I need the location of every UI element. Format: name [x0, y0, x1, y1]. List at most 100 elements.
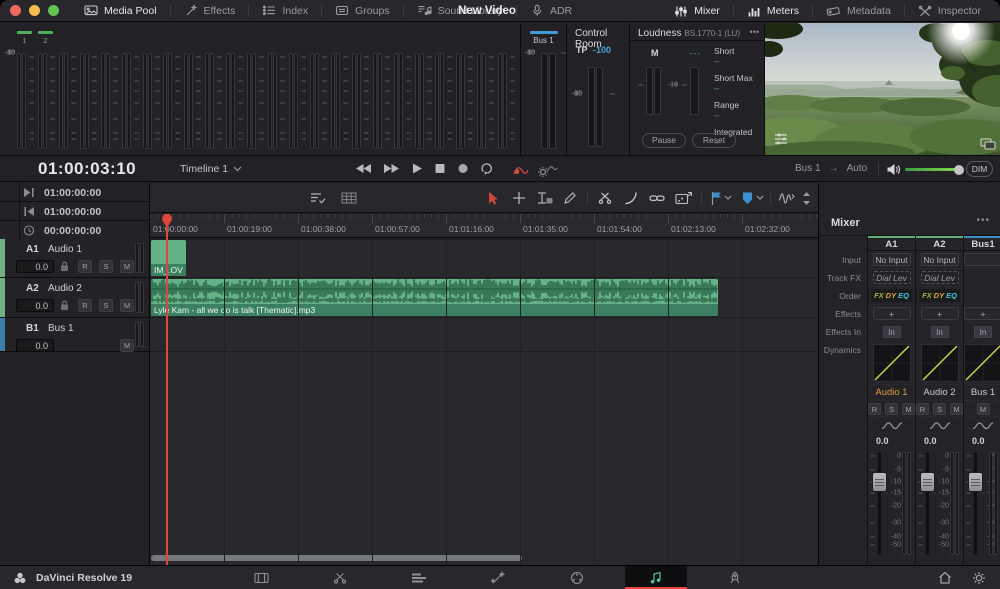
- page-media[interactable]: [230, 566, 292, 589]
- pan-curve-icon[interactable]: [971, 420, 995, 431]
- channel-fader[interactable]: 0-5-10-15-20-30-40-50: [964, 447, 1000, 565]
- loop-button[interactable]: [480, 162, 495, 175]
- loudness-reset-button[interactable]: Reset: [692, 133, 736, 148]
- project-manager-home-button[interactable]: [930, 566, 960, 589]
- track-volume-field[interactable]: 0.0: [16, 299, 54, 312]
- in-timecode[interactable]: 01:00:00:00: [44, 187, 101, 199]
- clip-music[interactable]: Lyle Kam - all we do is talk [Thematic].…: [151, 279, 718, 316]
- processing-order[interactable]: FXDYEQ: [919, 289, 960, 302]
- effects-in-button[interactable]: In: [883, 326, 901, 338]
- track-m-button[interactable]: M: [120, 260, 134, 273]
- automation-settings-icon[interactable]: [538, 163, 558, 177]
- mixer-menu-button[interactable]: •••: [976, 215, 990, 226]
- pan-curve-icon[interactable]: [880, 420, 904, 431]
- zoom-window-button[interactable]: [48, 5, 59, 16]
- mixer-channel-header[interactable]: Bus1: [964, 236, 1000, 251]
- loudness-pause-button[interactable]: Pause: [642, 133, 686, 148]
- track-fx-slot[interactable]: Dial Lev: [921, 271, 959, 284]
- processing-order[interactable]: FXDYEQ: [871, 289, 912, 302]
- track-header-a2[interactable]: A2Audio 20.0RSM: [0, 278, 149, 318]
- fader-knob[interactable]: [968, 472, 983, 492]
- channel-fader[interactable]: 0-5-10-15-20-30-40-50: [868, 447, 915, 565]
- timeline-selector[interactable]: Timeline 1: [180, 163, 242, 175]
- marker-tool-button[interactable]: [741, 191, 754, 205]
- video-viewer[interactable]: [765, 23, 1000, 155]
- effects-in-button[interactable]: In: [974, 326, 992, 338]
- link-clips-button[interactable]: [649, 191, 665, 205]
- selection-tool-button[interactable]: [486, 191, 500, 206]
- timeline-horizontal-scrollbar[interactable]: [151, 555, 522, 561]
- monitor-mode[interactable]: Auto: [847, 163, 868, 174]
- page-deliver[interactable]: [704, 566, 766, 589]
- timeline-tracks[interactable]: IM_.OVLyle Kam - all we do is talk [Them…: [150, 239, 818, 565]
- channel-r-button[interactable]: R: [916, 403, 929, 415]
- pan-curve-icon[interactable]: [928, 420, 952, 431]
- waveform-zoom-presets-button[interactable]: [778, 191, 795, 206]
- track-fx-slot[interactable]: Dial Lev: [873, 271, 911, 284]
- track-header-b1[interactable]: B1Bus 10.0M: [0, 318, 149, 352]
- pencil-tool-button[interactable]: [563, 191, 577, 205]
- panel-toggle-media-pool[interactable]: Media Pool: [71, 0, 170, 22]
- project-settings-gear-button[interactable]: [964, 566, 994, 589]
- add-effect-button[interactable]: +: [964, 307, 1000, 320]
- close-window-button[interactable]: [10, 5, 21, 16]
- marker-dropdown-chevron[interactable]: [756, 195, 764, 201]
- keyframe-editor-button[interactable]: [675, 191, 693, 206]
- channel-m-button[interactable]: M: [950, 403, 963, 415]
- out-timecode[interactable]: 01:00:00:00: [44, 206, 101, 218]
- effects-in-button[interactable]: In: [931, 326, 949, 338]
- add-effect-button[interactable]: +: [921, 307, 959, 320]
- monitor-volume-slider[interactable]: [905, 168, 960, 171]
- panel-toggle-groups[interactable]: Groups: [322, 0, 402, 22]
- volume-slider-knob[interactable]: [954, 165, 964, 175]
- channel-s-button[interactable]: S: [933, 403, 946, 415]
- page-fusion[interactable]: [467, 566, 529, 589]
- input-select[interactable]: No Input: [921, 253, 959, 266]
- track-r-button[interactable]: R: [78, 299, 92, 312]
- input-select[interactable]: No Input: [873, 253, 911, 266]
- track-index-grid-button[interactable]: [341, 191, 357, 205]
- fade-tool-button[interactable]: [624, 191, 638, 205]
- razor-tool-button[interactable]: [598, 191, 612, 205]
- loudness-menu-button[interactable]: •••: [750, 27, 759, 37]
- playhead-pin[interactable]: [159, 214, 175, 228]
- add-effect-button[interactable]: +: [873, 307, 911, 320]
- panel-toggle-meters[interactable]: Meters: [734, 0, 812, 22]
- channel-name[interactable]: Audio 2: [916, 385, 963, 401]
- flag-dropdown-chevron[interactable]: [724, 195, 732, 201]
- channel-s-button[interactable]: S: [885, 403, 898, 415]
- minimize-window-button[interactable]: [29, 5, 40, 16]
- page-cut[interactable]: [309, 566, 371, 589]
- dynamics-graph[interactable]: [873, 344, 911, 382]
- panel-toggle-effects[interactable]: Effects: [171, 0, 249, 22]
- panel-toggle-index[interactable]: Index: [249, 0, 321, 22]
- input-select[interactable]: [964, 253, 1000, 266]
- timeline-ruler[interactable]: 01:00:00:0001:00:19:0001:00:38:0001:00:5…: [150, 214, 818, 238]
- fast-forward-button[interactable]: [383, 162, 400, 175]
- vertical-zoom-icon[interactable]: [801, 191, 812, 206]
- flag-tool-button[interactable]: [710, 191, 722, 206]
- track-m-button[interactable]: M: [120, 339, 134, 352]
- automation-toggle-icon[interactable]: [512, 163, 530, 177]
- dynamics-graph[interactable]: [921, 344, 959, 382]
- track-s-button[interactable]: S: [99, 260, 113, 273]
- record-button[interactable]: [457, 162, 469, 175]
- page-fairlight[interactable]: [625, 566, 687, 589]
- channel-name[interactable]: Audio 1: [868, 385, 915, 401]
- edit-selection-tool-button[interactable]: [536, 191, 554, 205]
- timeline-view-options-button[interactable]: [310, 191, 327, 205]
- monitor-source[interactable]: Bus 1: [795, 163, 821, 174]
- dynamics-graph[interactable]: [964, 344, 1000, 382]
- track-volume-field[interactable]: 0.0: [16, 339, 54, 352]
- channel-m-button[interactable]: M: [977, 403, 990, 415]
- track-r-button[interactable]: R: [78, 260, 92, 273]
- dim-button[interactable]: DIM: [966, 161, 993, 177]
- track-s-button[interactable]: S: [99, 299, 113, 312]
- panel-toggle-metadata[interactable]: Metadata: [813, 0, 904, 22]
- mixer-channel-header[interactable]: A2: [916, 236, 963, 251]
- track-header-a1[interactable]: A1Audio 10.0RSM: [0, 239, 149, 278]
- stop-button[interactable]: [434, 162, 446, 175]
- panel-toggle-mixer[interactable]: Mixer: [661, 0, 733, 22]
- channel-fader[interactable]: 0-5-10-15-20-30-40-50: [916, 447, 963, 565]
- play-button[interactable]: [411, 162, 423, 175]
